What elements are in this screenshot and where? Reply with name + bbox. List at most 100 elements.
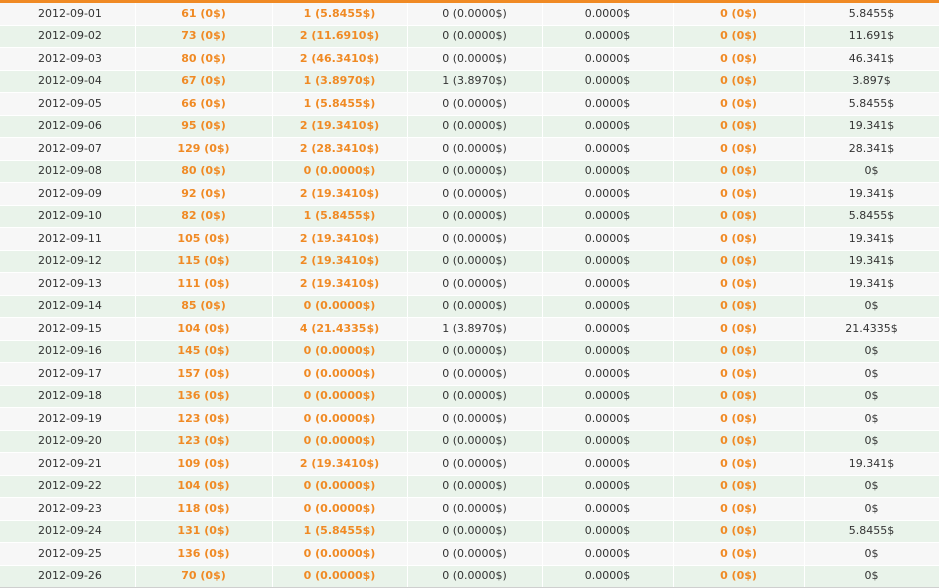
refunds-cell: 0 (0$) [673,475,805,498]
refunds-cell: 0 (0$) [673,430,805,453]
orders-cell: 0 (0.0000$) [272,430,408,453]
visits-cell: 80 (0$) [135,160,273,183]
date-cell: 2012-09-14 [0,295,136,318]
total-cell: 0$ [804,565,939,588]
table-row: 2012-09-13 111 (0$) 2 (19.3410$) 0 (0.0000$… [0,272,939,296]
amount-cell: 0.0000$ [542,47,674,71]
confirmed-cell: 0 (0.0000$) [407,340,543,363]
orders-cell: 1 (5.8455$) [272,520,408,543]
refunds-cell: 0 (0$) [673,47,805,71]
amount-cell: 0.0000$ [542,160,674,183]
visits-cell: 66 (0$) [135,92,273,116]
total-cell: 0$ [804,160,939,183]
total-cell: 0$ [804,475,939,498]
confirmed-cell: 0 (0.0000$) [407,497,543,521]
confirmed-cell: 0 (0.0000$) [407,295,543,318]
table-row: 2012-09-15 104 (0$) 4 (21.4335$) 1 (3.8970$… [0,317,939,341]
orders-cell: 2 (19.3410$) [272,272,408,296]
amount-cell: 0.0000$ [542,295,674,318]
table-row: 2012-09-11 105 (0$) 2 (19.3410$) 0 (0.0000$… [0,227,939,251]
refunds-cell: 0 (0$) [673,407,805,431]
orders-cell: 2 (19.3410$) [272,250,408,273]
visits-cell: 118 (0$) [135,497,273,521]
confirmed-cell: 0 (0.0000$) [407,205,543,228]
date-cell: 2012-09-01 [0,3,136,26]
confirmed-cell: 0 (0.0000$) [407,520,543,543]
confirmed-cell: 0 (0.0000$) [407,385,543,408]
visits-cell: 95 (0$) [135,115,273,138]
table-row: 2012-09-25 136 (0$) 0 (0.0000$) 0 (0.0000$)… [0,542,939,566]
table-row: 2012-09-02 73 (0$) 2 (11.6910$) 0 (0.0000$)… [0,25,939,48]
orders-cell: 0 (0.0000$) [272,295,408,318]
refunds-cell: 0 (0$) [673,520,805,543]
refunds-cell: 0 (0$) [673,272,805,296]
table-row: 2012-09-16 145 (0$) 0 (0.0000$) 0 (0.0000$)… [0,340,939,363]
total-cell: 0$ [804,497,939,521]
orders-cell: 1 (5.8455$) [272,3,408,26]
visits-cell: 123 (0$) [135,407,273,431]
confirmed-cell: 0 (0.0000$) [407,542,543,566]
table-row: 2012-09-07 129 (0$) 2 (28.3410$) 0 (0.0000$… [0,137,939,161]
confirmed-cell: 0 (0.0000$) [407,115,543,138]
total-cell: 0$ [804,542,939,566]
total-cell: 19.341$ [804,115,939,138]
refunds-cell: 0 (0$) [673,25,805,48]
confirmed-cell: 0 (0.0000$) [407,92,543,116]
visits-cell: 80 (0$) [135,47,273,71]
daily-stats-table: 2012-09-01 61 (0$) 1 (5.8455$) 0 (0.0000$) 0… [0,3,939,588]
orders-cell: 2 (19.3410$) [272,115,408,138]
date-cell: 2012-09-17 [0,362,136,386]
orders-cell: 4 (21.4335$) [272,317,408,341]
total-cell: 46.341$ [804,47,939,71]
total-cell: 5.8455$ [804,92,939,116]
date-cell: 2012-09-03 [0,47,136,71]
date-cell: 2012-09-20 [0,430,136,453]
amount-cell: 0.0000$ [542,340,674,363]
orders-cell: 2 (19.3410$) [272,227,408,251]
amount-cell: 0.0000$ [542,362,674,386]
refunds-cell: 0 (0$) [673,205,805,228]
table-row: 2012-09-01 61 (0$) 1 (5.8455$) 0 (0.0000$) 0… [0,3,939,26]
table-row: 2012-09-23 118 (0$) 0 (0.0000$) 0 (0.0000$)… [0,497,939,521]
orders-cell: 0 (0.0000$) [272,565,408,588]
date-cell: 2012-09-19 [0,407,136,431]
total-cell: 5.8455$ [804,205,939,228]
visits-cell: 105 (0$) [135,227,273,251]
total-cell: 0$ [804,430,939,453]
confirmed-cell: 0 (0.0000$) [407,272,543,296]
total-cell: 3.897$ [804,70,939,93]
amount-cell: 0.0000$ [542,317,674,341]
orders-cell: 2 (19.3410$) [272,452,408,476]
date-cell: 2012-09-07 [0,137,136,161]
amount-cell: 0.0000$ [542,272,674,296]
visits-cell: 61 (0$) [135,3,273,26]
date-cell: 2012-09-26 [0,565,136,588]
visits-cell: 82 (0$) [135,205,273,228]
total-cell: 19.341$ [804,250,939,273]
confirmed-cell: 0 (0.0000$) [407,47,543,71]
confirmed-cell: 0 (0.0000$) [407,137,543,161]
refunds-cell: 0 (0$) [673,137,805,161]
confirmed-cell: 0 (0.0000$) [407,452,543,476]
refunds-cell: 0 (0$) [673,295,805,318]
visits-cell: 131 (0$) [135,520,273,543]
total-cell: 0$ [804,362,939,386]
table-row: 2012-09-21 109 (0$) 2 (19.3410$) 0 (0.0000$… [0,452,939,476]
confirmed-cell: 0 (0.0000$) [407,475,543,498]
date-cell: 2012-09-15 [0,317,136,341]
amount-cell: 0.0000$ [542,25,674,48]
table-row: 2012-09-18 136 (0$) 0 (0.0000$) 0 (0.0000$)… [0,385,939,408]
date-cell: 2012-09-06 [0,115,136,138]
confirmed-cell: 1 (3.8970$) [407,317,543,341]
date-cell: 2012-09-11 [0,227,136,251]
refunds-cell: 0 (0$) [673,317,805,341]
date-cell: 2012-09-04 [0,70,136,93]
date-cell: 2012-09-25 [0,542,136,566]
orders-cell: 0 (0.0000$) [272,497,408,521]
total-cell: 19.341$ [804,227,939,251]
visits-cell: 104 (0$) [135,317,273,341]
refunds-cell: 0 (0$) [673,452,805,476]
refunds-cell: 0 (0$) [673,182,805,206]
refunds-cell: 0 (0$) [673,115,805,138]
amount-cell: 0.0000$ [542,3,674,26]
